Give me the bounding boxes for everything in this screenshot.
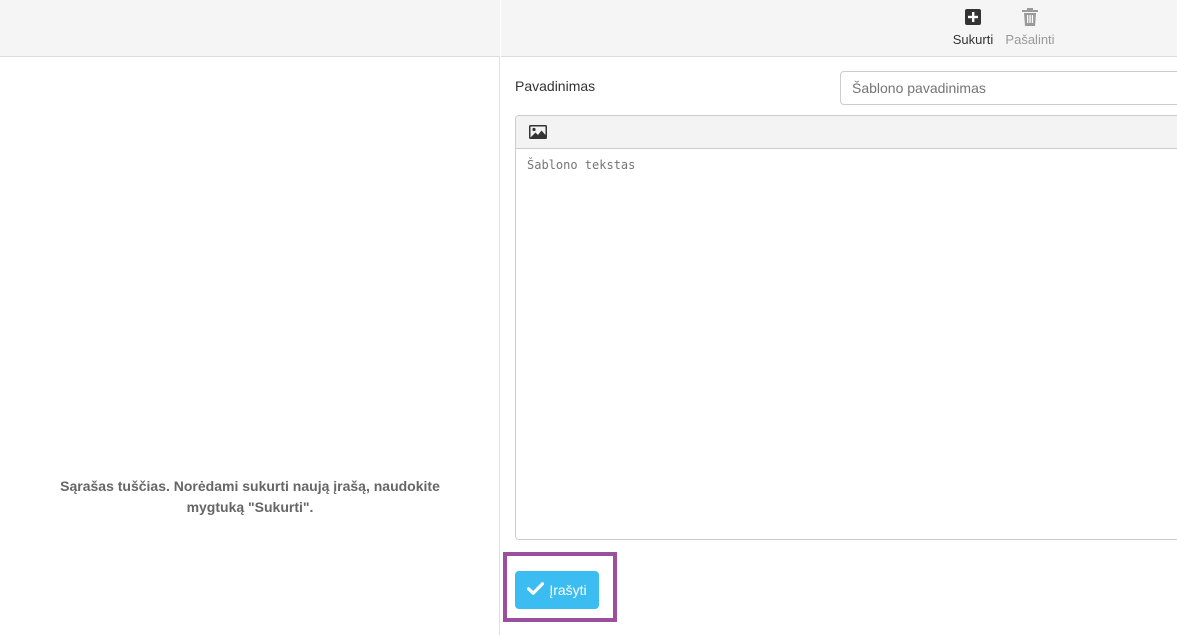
save-button-label: Įrašyti — [549, 582, 587, 598]
create-button[interactable]: Sukurti — [951, 6, 995, 52]
image-icon[interactable] — [528, 124, 548, 140]
toolbar: Sukurti Pašalinti — [501, 0, 1177, 57]
list-header — [0, 0, 500, 57]
list-pane: Sąrašas tuščias. Norėdami sukurti naują … — [0, 0, 500, 635]
template-text-area[interactable] — [516, 149, 1177, 539]
detail-pane: Sukurti Pašalinti Pavadinimas Šablono pa… — [501, 0, 1177, 635]
save-button[interactable]: Įrašyti — [515, 571, 599, 609]
empty-list-message: Sąrašas tuščias. Norėdami sukurti naują … — [60, 478, 440, 515]
name-input[interactable] — [840, 71, 1177, 105]
check-icon — [527, 582, 545, 598]
name-label: Pavadinimas — [515, 78, 596, 94]
editor-toolbar — [516, 116, 1177, 149]
plus-square-icon — [965, 6, 981, 28]
template-editor — [515, 115, 1177, 540]
trash-icon — [1022, 6, 1038, 28]
delete-button-label: Pašalinti — [1005, 32, 1055, 47]
delete-button[interactable]: Pašalinti — [1003, 6, 1057, 52]
create-button-label: Sukurti — [952, 32, 994, 47]
